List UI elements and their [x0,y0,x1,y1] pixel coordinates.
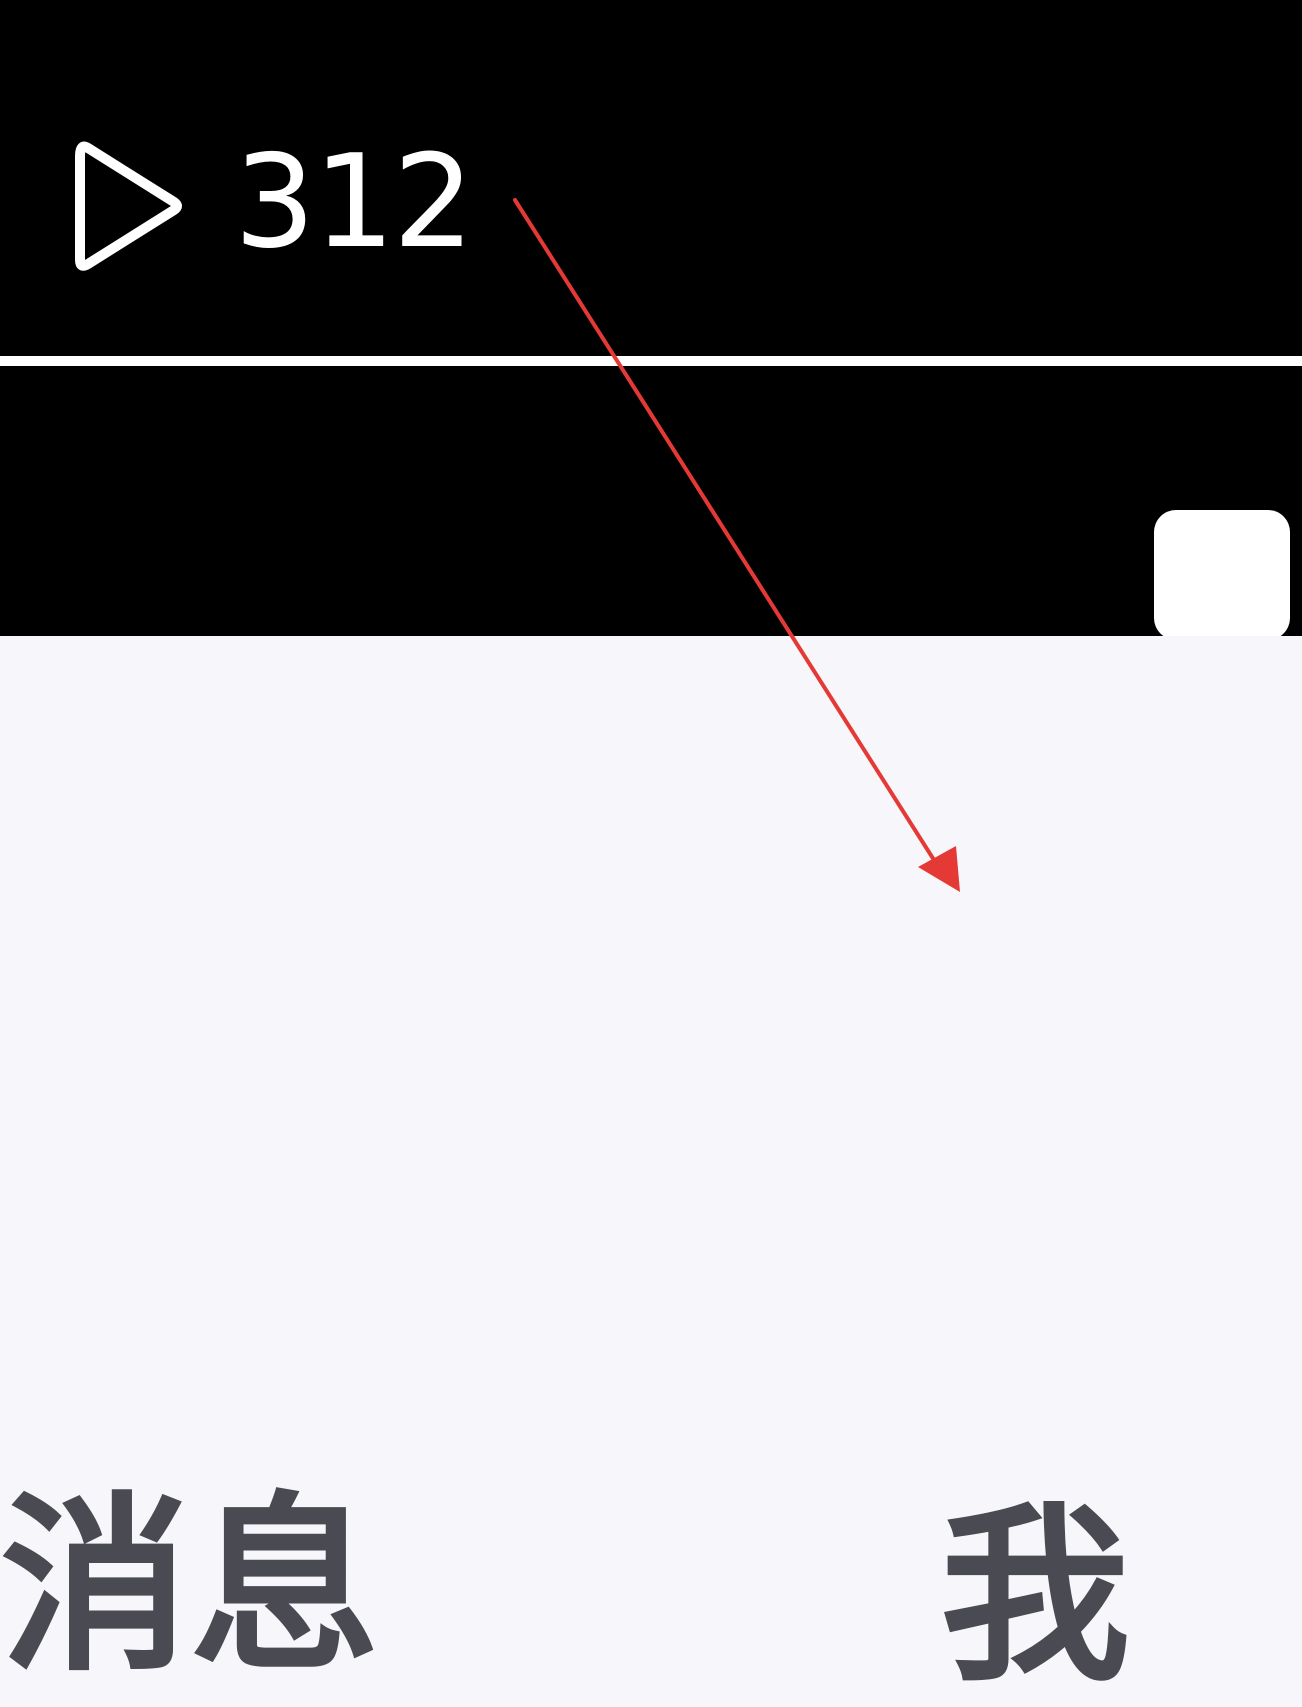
progress-line [0,356,1302,366]
play-triangle-outline-icon [75,141,182,271]
bottom-tab-bar: 消息 我 [0,636,1302,1692]
play-count-value: 312 [234,128,474,277]
tab-me[interactable]: 我 [940,1502,1130,1692]
tab-messages[interactable]: 消息 [0,1492,380,1682]
play-count: 312 [70,128,474,278]
corner-badge [1154,510,1290,640]
video-area: 312 [0,0,1302,640]
